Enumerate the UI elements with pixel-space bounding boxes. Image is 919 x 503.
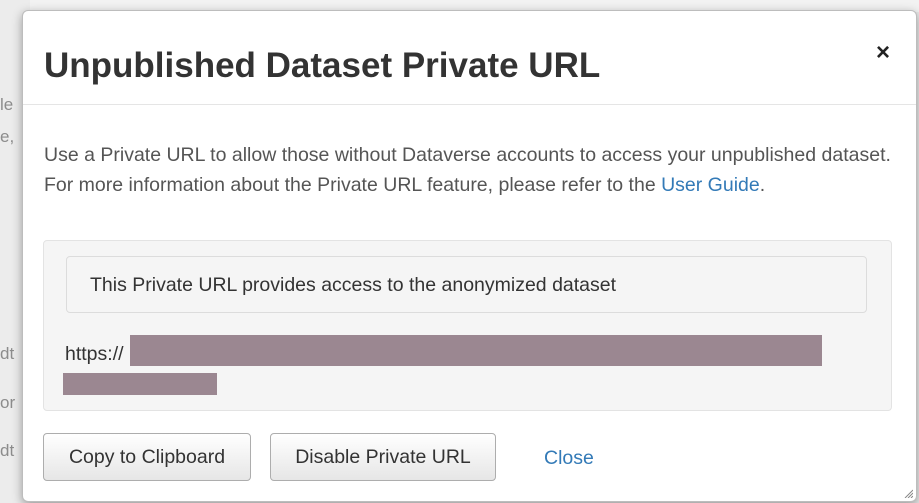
description-period: . bbox=[759, 174, 766, 196]
disable-private-url-button[interactable]: Disable Private URL bbox=[270, 433, 496, 481]
background-text: dt bbox=[0, 344, 15, 363]
close-link[interactable]: Close bbox=[544, 447, 594, 470]
redaction-bar bbox=[130, 335, 822, 366]
dialog-description: Use a Private URL to allow those without… bbox=[44, 140, 899, 200]
private-url-text[interactable]: https:// bbox=[65, 343, 124, 366]
background-text: le bbox=[0, 95, 14, 114]
copy-to-clipboard-button[interactable]: Copy to Clipboard bbox=[43, 433, 251, 481]
private-url-panel: This Private URL provides access to the … bbox=[43, 240, 892, 411]
anonymized-info-box: This Private URL provides access to the … bbox=[66, 256, 867, 313]
dialog-title: Unpublished Dataset Private URL bbox=[44, 46, 601, 85]
dialog-header: Unpublished Dataset Private URL × bbox=[23, 11, 916, 105]
resize-grip-icon[interactable] bbox=[903, 488, 913, 498]
close-icon[interactable]: × bbox=[876, 41, 890, 65]
background-text: dt bbox=[0, 441, 15, 460]
redaction-bar bbox=[63, 373, 217, 395]
private-url-dialog: Unpublished Dataset Private URL × Use a … bbox=[22, 10, 917, 502]
background-text: or bbox=[0, 393, 16, 412]
user-guide-link[interactable]: User Guide bbox=[661, 174, 760, 196]
background-text: e, bbox=[0, 127, 15, 146]
